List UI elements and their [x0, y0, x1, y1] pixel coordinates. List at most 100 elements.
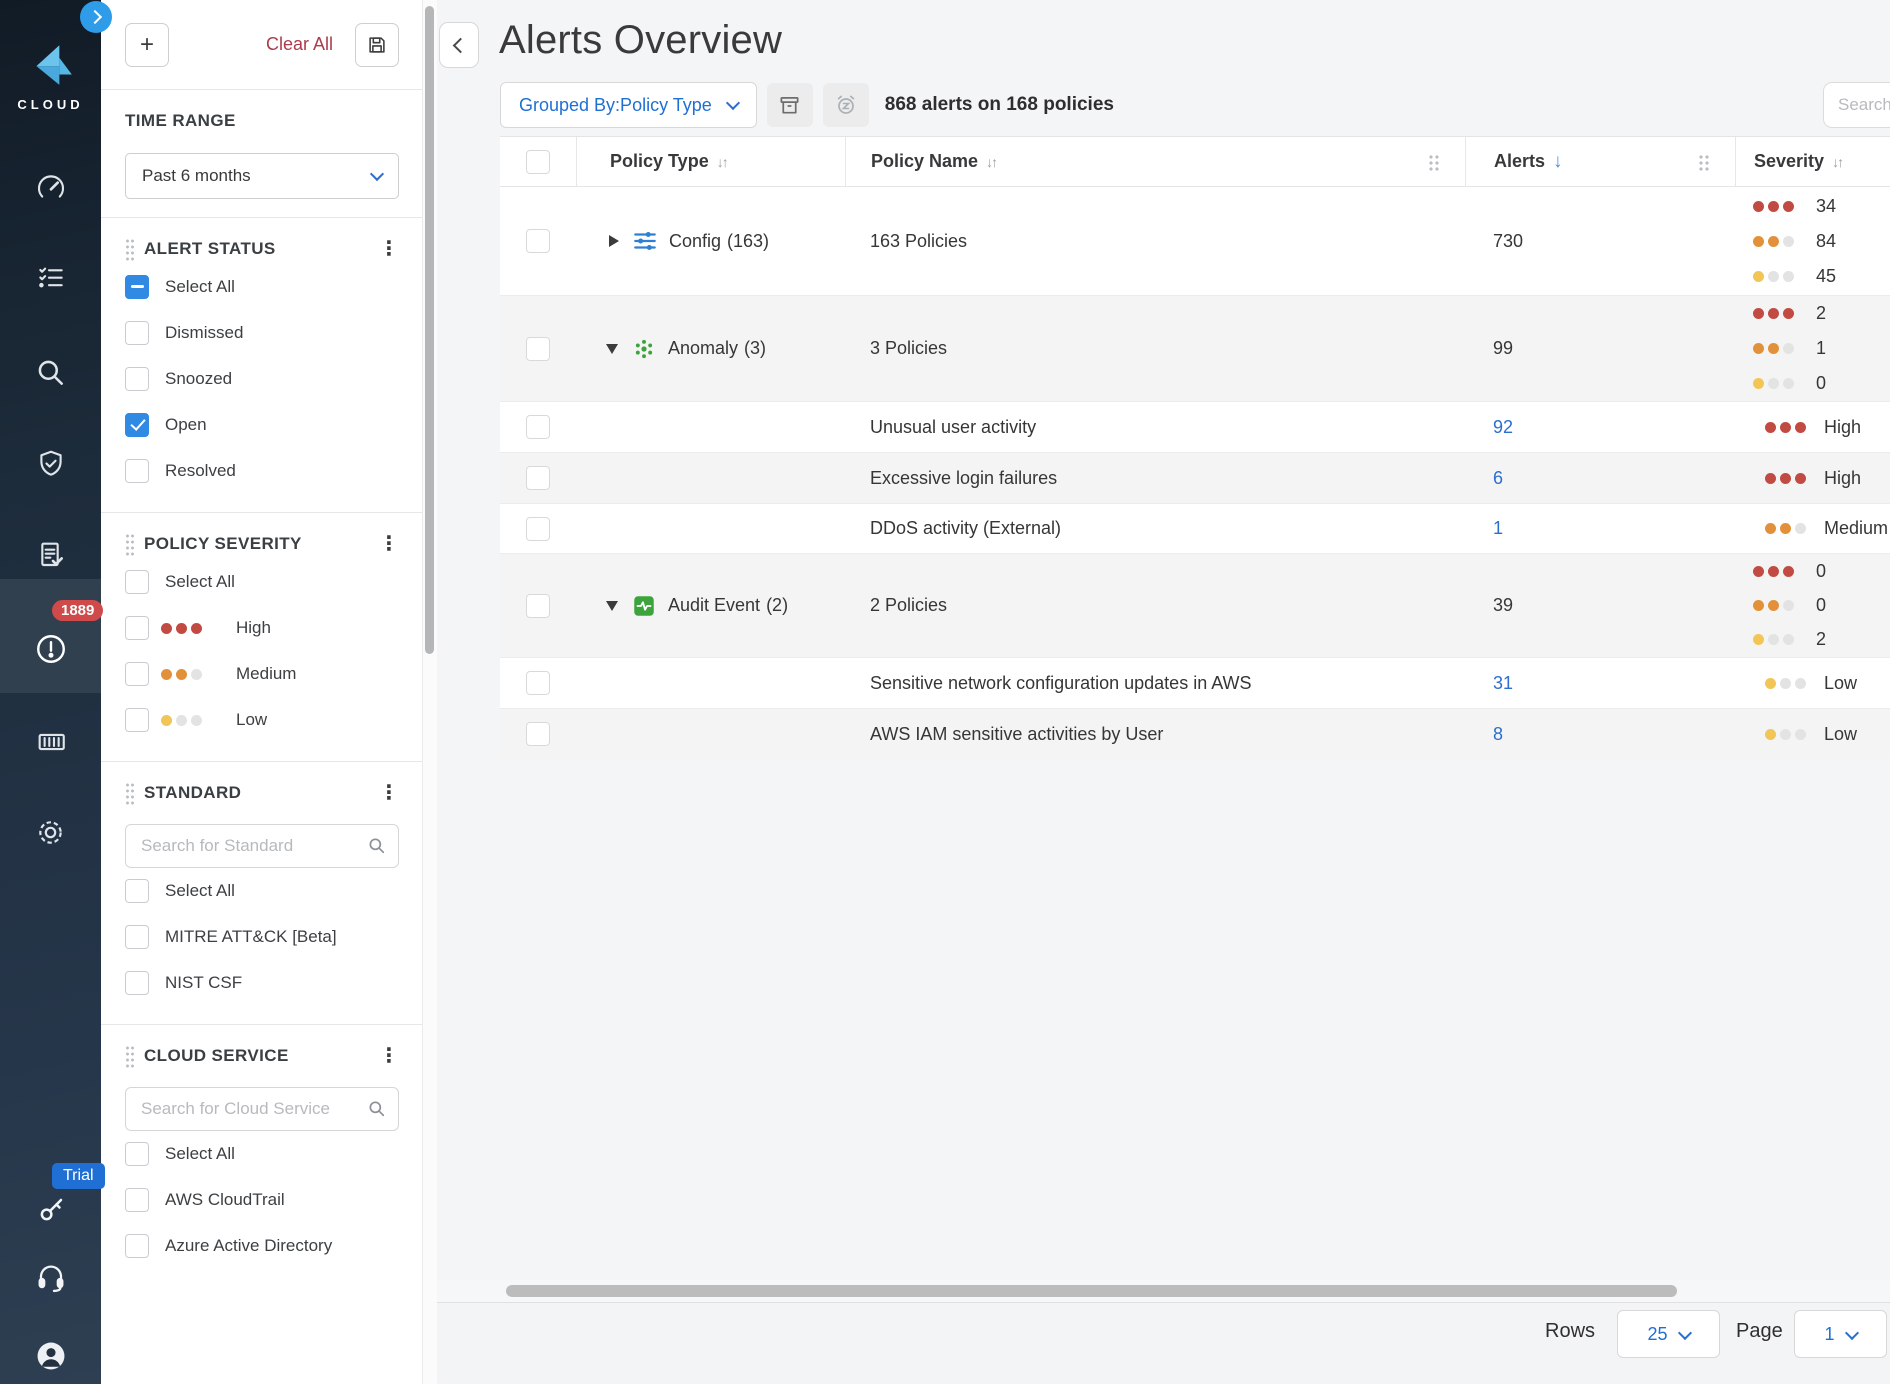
- severity-high[interactable]: High: [125, 605, 399, 651]
- row-checkbox[interactable]: [526, 594, 550, 618]
- checkbox-checked[interactable]: [125, 413, 149, 437]
- checkbox[interactable]: [125, 367, 149, 391]
- sidebar-item-profile[interactable]: [0, 1328, 101, 1384]
- table-search-input[interactable]: [1823, 82, 1890, 128]
- checkbox[interactable]: [125, 708, 149, 732]
- select-all-rows-checkbox[interactable]: [526, 150, 550, 174]
- collapse-group-icon[interactable]: [606, 344, 618, 354]
- save-filter-button[interactable]: [355, 23, 399, 67]
- kebab-menu-icon[interactable]: ⋮: [379, 534, 399, 554]
- kebab-menu-icon[interactable]: ⋮: [379, 1046, 399, 1066]
- sort-icon[interactable]: ↓↑: [717, 154, 727, 170]
- alert-status-snoozed[interactable]: Snoozed: [125, 356, 399, 402]
- time-range-select[interactable]: Past 6 months: [125, 153, 399, 199]
- severity-low[interactable]: Low: [125, 697, 399, 743]
- checkbox[interactable]: [125, 1142, 149, 1166]
- checkbox[interactable]: [125, 1234, 149, 1258]
- sidebar-item-alerts[interactable]: [0, 621, 101, 677]
- standard-select-all[interactable]: Select All: [125, 868, 399, 914]
- checkbox[interactable]: [125, 971, 149, 995]
- cloud-service-cloudtrail[interactable]: AWS CloudTrail: [125, 1177, 399, 1223]
- alerts-count-link[interactable]: 92: [1493, 417, 1513, 438]
- sidebar-item-dashboard[interactable]: [0, 160, 101, 216]
- sidebar-expand-button[interactable]: [80, 1, 112, 33]
- drag-handle-icon[interactable]: [125, 782, 135, 805]
- alerts-count-link[interactable]: 8: [1493, 724, 1503, 745]
- drag-handle-icon[interactable]: [125, 533, 135, 556]
- checkbox[interactable]: [125, 1188, 149, 1212]
- checkbox[interactable]: [125, 925, 149, 949]
- row-checkbox[interactable]: [526, 229, 550, 253]
- column-severity[interactable]: Severity: [1754, 151, 1824, 172]
- alert-status-select-all[interactable]: Select All: [125, 264, 399, 310]
- severity-medium[interactable]: Medium: [125, 651, 399, 697]
- column-drag-handle[interactable]: [1698, 154, 1709, 171]
- column-alerts[interactable]: Alerts: [1494, 151, 1545, 172]
- checkbox[interactable]: [125, 616, 149, 640]
- column-drag-handle[interactable]: [1428, 154, 1439, 171]
- column-policy-name[interactable]: Policy Name: [871, 151, 978, 172]
- row-checkbox[interactable]: [526, 517, 550, 541]
- cloud-service-select-all[interactable]: Select All: [125, 1131, 399, 1177]
- column-policy-type[interactable]: Policy Type: [610, 151, 709, 172]
- sidebar-item-investigate[interactable]: [0, 345, 101, 401]
- policy-row[interactable]: Sensitive network configuration updates …: [500, 657, 1890, 708]
- sort-descending-icon[interactable]: ↓: [1553, 151, 1563, 173]
- page-number-select[interactable]: 1: [1794, 1310, 1887, 1358]
- checkbox[interactable]: [125, 570, 149, 594]
- clear-all-filters-link[interactable]: Clear All: [266, 34, 333, 55]
- policy-row[interactable]: Excessive login failures 6 High: [500, 452, 1890, 503]
- row-checkbox[interactable]: [526, 337, 550, 361]
- cloud-service-search-input[interactable]: [125, 1087, 399, 1131]
- severity-select-all[interactable]: Select All: [125, 559, 399, 605]
- cloud-service-azure-ad[interactable]: Azure Active Directory: [125, 1223, 399, 1269]
- sidebar-item-support[interactable]: [0, 1250, 101, 1306]
- alerts-count-link[interactable]: 31: [1493, 673, 1513, 694]
- row-checkbox[interactable]: [526, 466, 550, 490]
- standard-mitre[interactable]: MITRE ATT&CK [Beta]: [125, 914, 399, 960]
- scrollbar-thumb[interactable]: [506, 1285, 1677, 1297]
- alert-status-dismissed[interactable]: Dismissed: [125, 310, 399, 356]
- kebab-menu-icon[interactable]: ⋮: [379, 239, 399, 259]
- group-row-config[interactable]: Config (163) 163 Policies 730 34 84 45: [500, 187, 1890, 295]
- policy-row[interactable]: Unusual user activity 92 High: [500, 401, 1890, 452]
- scrollbar-thumb[interactable]: [425, 6, 434, 654]
- sidebar-item-compute[interactable]: [0, 714, 101, 770]
- policy-row[interactable]: DDoS activity (External) 1 Medium: [500, 503, 1890, 553]
- sidebar-item-policies[interactable]: [0, 250, 101, 306]
- alerts-count-link[interactable]: 1: [1493, 518, 1503, 539]
- checkbox[interactable]: [125, 459, 149, 483]
- sidebar-item-reports[interactable]: [0, 527, 101, 583]
- sort-icon[interactable]: ↓↑: [1832, 154, 1842, 170]
- standard-search-input[interactable]: [125, 824, 399, 868]
- sidebar-item-settings[interactable]: [0, 804, 101, 860]
- expand-group-icon[interactable]: [609, 235, 619, 247]
- group-row-audit-event[interactable]: Audit Event (2) 2 Policies 39 0 0 2: [500, 553, 1890, 657]
- sidebar-item-access-keys[interactable]: [0, 1182, 101, 1238]
- checkbox-indeterminate[interactable]: [125, 275, 149, 299]
- add-filter-button[interactable]: +: [125, 23, 169, 67]
- checkbox[interactable]: [125, 662, 149, 686]
- sort-icon[interactable]: ↓↑: [986, 154, 996, 170]
- snooze-alarm-button[interactable]: [823, 83, 869, 127]
- sidebar-item-compliance[interactable]: [0, 436, 101, 492]
- rows-per-page-select[interactable]: 25: [1617, 1310, 1720, 1358]
- checkbox[interactable]: [125, 879, 149, 903]
- collapse-filters-button[interactable]: [439, 22, 479, 68]
- group-row-anomaly[interactable]: Anomaly (3) 3 Policies 99 2 1 0: [500, 295, 1890, 401]
- collapse-group-icon[interactable]: [606, 601, 618, 611]
- horizontal-scrollbar[interactable]: [437, 1280, 1890, 1303]
- kebab-menu-icon[interactable]: ⋮: [379, 783, 399, 803]
- alert-status-open[interactable]: Open: [125, 402, 399, 448]
- alerts-count-link[interactable]: 6: [1493, 468, 1503, 489]
- drag-handle-icon[interactable]: [125, 238, 135, 261]
- checkbox[interactable]: [125, 321, 149, 345]
- drag-handle-icon[interactable]: [125, 1045, 135, 1068]
- row-checkbox[interactable]: [526, 671, 550, 695]
- policy-row[interactable]: AWS IAM sensitive activities by User 8 L…: [500, 708, 1890, 759]
- row-checkbox[interactable]: [526, 722, 550, 746]
- filters-scrollbar[interactable]: [422, 0, 437, 1384]
- grouped-by-dropdown[interactable]: Grouped By:Policy Type: [500, 82, 757, 128]
- alert-status-resolved[interactable]: Resolved: [125, 448, 399, 494]
- row-checkbox[interactable]: [526, 415, 550, 439]
